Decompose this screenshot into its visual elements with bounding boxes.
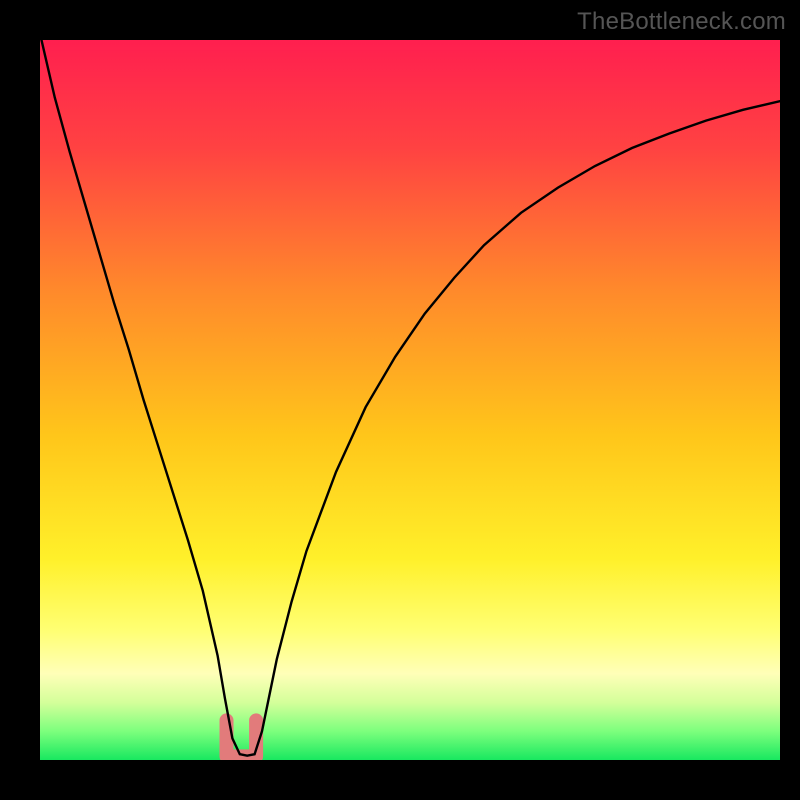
bottleneck-chart xyxy=(40,40,780,760)
gradient-background xyxy=(40,40,780,760)
attribution-text: TheBottleneck.com xyxy=(577,8,786,36)
plot-area xyxy=(40,40,780,760)
chart-frame: TheBottleneck.com xyxy=(0,0,800,800)
